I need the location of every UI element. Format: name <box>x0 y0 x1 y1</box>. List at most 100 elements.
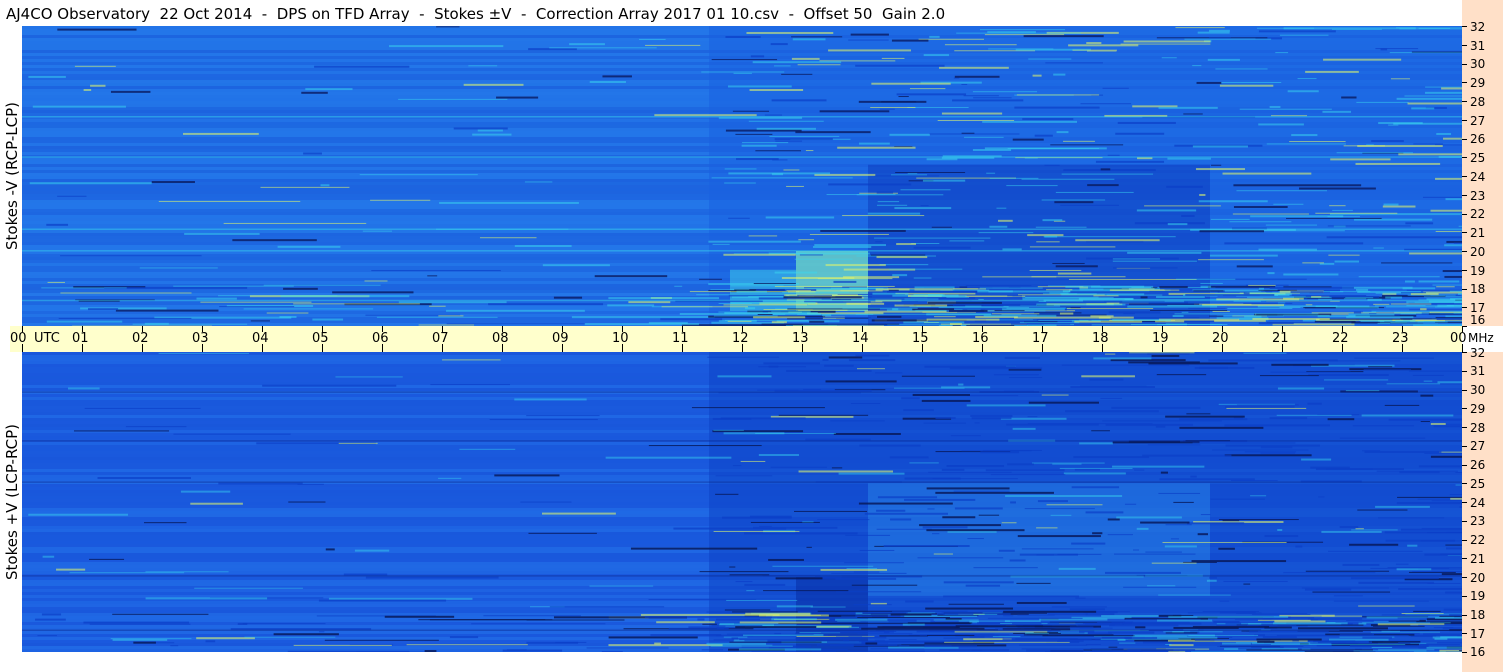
signal-streak <box>904 477 961 480</box>
signal-streak <box>1159 286 1188 289</box>
frequency-axis-tick <box>1462 389 1467 391</box>
signal-streak <box>748 235 778 237</box>
signal-streak <box>985 469 1065 472</box>
signal-streak <box>1014 316 1111 319</box>
signal-streak <box>1080 103 1132 105</box>
signal-streak <box>751 650 810 652</box>
signal-streak <box>877 201 900 203</box>
signal-streak <box>783 169 800 171</box>
signal-streak <box>1377 517 1445 519</box>
signal-streak <box>1279 34 1329 36</box>
time-axis: 00 UTC 01 02 03 04 05 06 07 08 09 10 11 … <box>10 326 1467 352</box>
time-axis-tick <box>82 326 83 332</box>
interference-line <box>22 228 1462 230</box>
signal-streak <box>429 305 446 307</box>
signal-streak <box>1418 465 1462 468</box>
signal-streak <box>736 158 779 161</box>
signal-streak <box>1412 571 1462 573</box>
signal-streak <box>1050 514 1072 516</box>
signal-streak <box>1165 415 1245 418</box>
signal-streak <box>1270 371 1351 373</box>
signal-streak <box>738 648 822 651</box>
signal-streak <box>1437 381 1462 384</box>
signal-streak <box>1223 580 1288 582</box>
signal-streak <box>1301 458 1332 461</box>
signal-streak <box>1441 573 1462 576</box>
freq-label-top-29: 29 <box>1470 76 1486 90</box>
signal-streak <box>1328 638 1389 641</box>
signal-streak <box>1315 212 1398 214</box>
time-label-03: 03 <box>192 331 209 346</box>
signal-streak <box>740 460 766 462</box>
time-label-18: 18 <box>1092 331 1109 346</box>
signal-streak <box>927 634 975 636</box>
signal-streak <box>1065 410 1159 413</box>
signal-streak <box>589 80 626 83</box>
signal-streak <box>1273 203 1304 205</box>
signal-streak <box>362 230 392 232</box>
signal-streak <box>894 304 948 307</box>
signal-streak <box>1195 168 1245 171</box>
time-axis-tick <box>1462 344 1463 352</box>
signal-streak <box>1232 213 1309 215</box>
signal-streak <box>1290 291 1324 294</box>
signal-streak <box>1353 650 1427 652</box>
signal-streak <box>1032 319 1080 321</box>
freq-label-bot-18: 18 <box>1470 608 1486 622</box>
signal-streak <box>831 572 907 574</box>
signal-streak <box>1095 160 1165 163</box>
time-axis-tick <box>862 344 863 352</box>
frequency-axis-tick <box>1462 483 1467 485</box>
signal-streak <box>929 35 940 38</box>
signal-streak <box>730 301 816 304</box>
signal-streak <box>1244 315 1262 318</box>
signal-streak <box>702 623 717 625</box>
frequency-axis-tick <box>1462 119 1467 121</box>
signal-streak <box>1029 269 1082 271</box>
signal-streak <box>826 194 896 196</box>
signal-streak <box>812 245 872 248</box>
signal-streak <box>855 64 945 67</box>
signal-streak <box>1435 177 1462 180</box>
signal-streak <box>1102 87 1129 89</box>
signal-streak <box>1093 357 1152 360</box>
signal-streak <box>184 232 260 235</box>
signal-streak <box>1380 48 1388 51</box>
signal-streak <box>934 316 956 318</box>
signal-streak <box>1398 642 1462 644</box>
freq-label-bot-31: 31 <box>1470 364 1486 378</box>
signal-streak <box>917 557 1004 559</box>
signal-streak <box>1442 270 1462 273</box>
time-axis-tick <box>922 326 923 332</box>
spectrogram-top-svg <box>22 26 1462 326</box>
signal-streak <box>1007 463 1034 466</box>
signal-streak <box>1207 58 1240 61</box>
signal-streak <box>1155 425 1166 428</box>
signal-streak <box>954 507 1003 510</box>
signal-streak <box>608 297 720 300</box>
signal-streak <box>972 149 1012 152</box>
signal-streak <box>1371 310 1462 312</box>
signal-streak <box>772 565 874 567</box>
signal-streak <box>1299 187 1376 190</box>
signal-streak <box>1225 406 1295 409</box>
signal-streak <box>1022 118 1074 121</box>
signal-streak <box>901 375 975 377</box>
signal-streak <box>809 320 825 323</box>
signal-streak <box>764 114 783 116</box>
signal-streak <box>446 323 586 325</box>
signal-streak <box>876 204 908 206</box>
signal-streak <box>1102 420 1222 422</box>
time-label-12: 12 <box>732 331 749 346</box>
signal-streak <box>912 393 970 396</box>
signal-streak <box>1420 540 1462 542</box>
signal-streak <box>1260 452 1296 454</box>
signal-streak <box>889 456 929 459</box>
signal-streak <box>1444 275 1462 278</box>
signal-streak <box>713 639 735 641</box>
signal-streak <box>728 217 750 219</box>
signal-streak <box>1271 363 1329 366</box>
signal-streak <box>1324 379 1389 381</box>
signal-streak <box>46 223 69 226</box>
signal-streak <box>904 498 976 501</box>
